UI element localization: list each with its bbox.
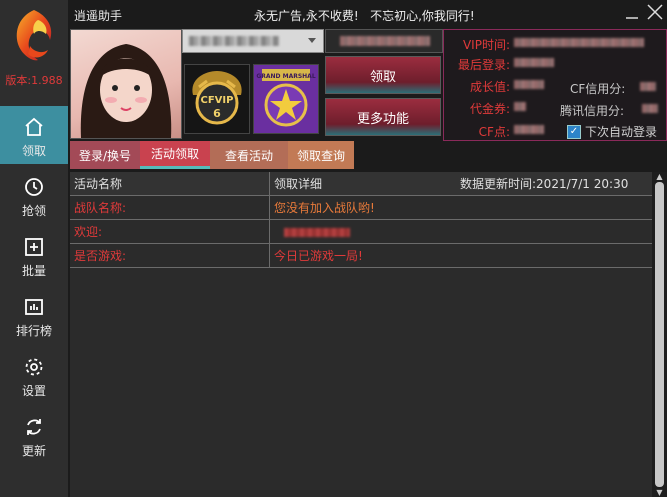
column-header-claim-detail: 领取详细	[274, 177, 323, 191]
tab-view-activity[interactable]: 查看活动	[210, 141, 288, 169]
row-detail-cell: 今日已游戏一局!	[274, 249, 363, 263]
cf-points-label: CF点:	[478, 125, 510, 139]
close-icon[interactable]	[646, 3, 664, 21]
row-name-cell: 欢迎:	[70, 220, 270, 244]
row-name-cell: 战队名称:	[70, 196, 270, 220]
vertical-scrollbar[interactable]: ▲ ▼	[652, 172, 667, 497]
voucher-label: 代金券:	[469, 102, 510, 116]
cfvip-badge: CFVIP 6	[184, 64, 250, 134]
auto-login-checkbox[interactable]: ✓ 下次自动登录	[567, 123, 657, 140]
table-row[interactable]: 欢迎:	[70, 220, 652, 244]
activity-table: 活动名称 领取详细 数据更新时间:2021/7/1 20:30 战队名称: 您没…	[70, 172, 652, 497]
row-detail-cell: 您没有加入战队哟!	[274, 201, 375, 215]
sidebar-item-label: 抢领	[21, 204, 46, 218]
table-row[interactable]: 是否游戏: 今日已游戏一局!	[70, 244, 652, 268]
scroll-up-icon[interactable]: ▲	[655, 172, 664, 181]
auto-login-label: 下次自动登录	[585, 125, 658, 139]
cfvip-badge-level: 6	[213, 107, 221, 120]
vip-time-label: VIP时间:	[462, 38, 510, 52]
more-functions-button[interactable]: 更多功能	[325, 98, 441, 136]
tab-login-switch[interactable]: 登录/换号	[70, 141, 140, 169]
sidebar-item-label: 设置	[21, 384, 46, 398]
sidebar-item-label: 排行榜	[15, 324, 52, 338]
slogan-text: 永无广告,永不收费! 不忘初心,你我同行!	[254, 9, 475, 23]
chart-icon	[25, 299, 43, 315]
app-title: 逍遥助手	[74, 9, 123, 23]
version-label: 版本:1.988	[5, 74, 63, 87]
sidebar-item-update[interactable]: 更新	[0, 406, 68, 464]
growth-label: 成长值:	[469, 80, 510, 94]
sidebar-item-grab[interactable]: 抢领	[0, 166, 68, 224]
sidebar-item-settings[interactable]: 设置	[0, 346, 68, 404]
phoenix-logo	[16, 10, 52, 61]
chevron-down-icon	[308, 38, 316, 43]
account-select[interactable]	[182, 29, 324, 53]
sidebar-item-label: 批量	[21, 264, 46, 278]
scroll-thumb[interactable]	[655, 182, 664, 487]
tab-claim-query[interactable]: 领取查询	[288, 141, 354, 169]
scroll-down-icon[interactable]: ▼	[655, 488, 664, 497]
cfvip-badge-text: CFVIP	[201, 95, 234, 106]
plus-box-icon	[25, 238, 43, 256]
table-row[interactable]: 战队名称: 您没有加入战队哟!	[70, 196, 652, 220]
sidebar-item-label: 领取	[21, 144, 46, 158]
tencent-credit-label: 腾讯信用分:	[560, 104, 625, 118]
grand-marshal-badge-text: GRAND MARSHAL	[256, 73, 316, 80]
sidebar-item-label: 更新	[21, 444, 46, 458]
sidebar-item-ranking[interactable]: 排行榜	[0, 286, 68, 344]
refresh-icon	[27, 419, 41, 435]
table-header-row: 活动名称 领取详细 数据更新时间:2021/7/1 20:30	[70, 172, 652, 196]
user-avatar	[70, 29, 182, 139]
tab-activity-claim[interactable]: 活动领取	[140, 141, 210, 169]
grand-marshal-badge: GRAND MARSHAL	[253, 64, 319, 134]
sidebar: 版本:1.988 领取 抢领 批量 排行榜 设置 更新	[0, 0, 68, 497]
checkbox-checked-icon: ✓	[567, 124, 581, 139]
last-login-label: 最后登录:	[457, 58, 510, 72]
sidebar-item-claim[interactable]: 领取	[0, 106, 68, 164]
cf-credit-label: CF信用分:	[570, 82, 626, 96]
gear-icon	[25, 358, 43, 376]
title-bar: 逍遥助手 永无广告,永不收费! 不忘初心,你我同行!	[68, 0, 667, 28]
password-field[interactable]	[325, 29, 443, 53]
sidebar-item-batch[interactable]: 批量	[0, 226, 68, 284]
minimize-icon[interactable]	[624, 6, 640, 22]
column-header-activity-name: 活动名称	[70, 172, 270, 196]
clock-icon	[25, 178, 43, 196]
claim-button[interactable]: 领取	[325, 56, 441, 94]
home-icon	[25, 117, 43, 136]
row-name-cell: 是否游戏:	[70, 244, 270, 268]
data-update-time: 数据更新时间:2021/7/1 20:30	[460, 177, 629, 191]
